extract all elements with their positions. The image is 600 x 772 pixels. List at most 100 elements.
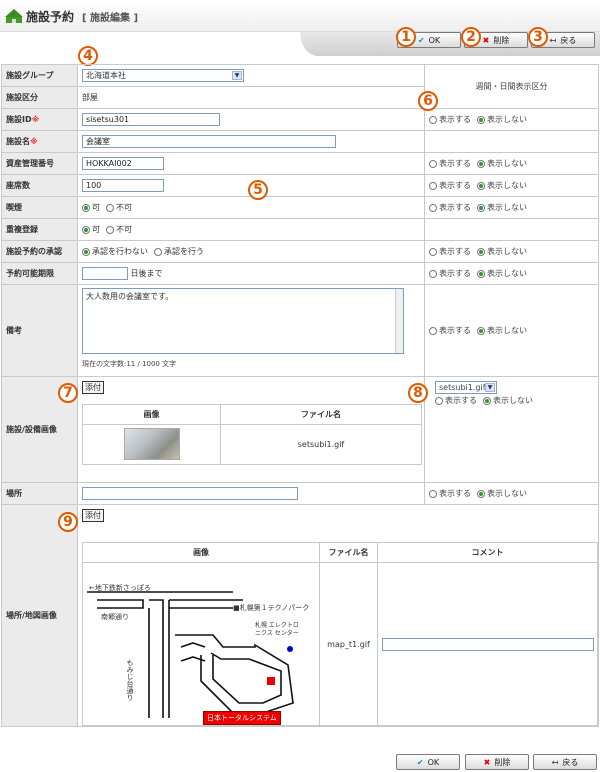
visibility-id: 表示する 表示しない — [424, 108, 599, 131]
label-kind: 施設区分 — [1, 86, 78, 109]
radio-option[interactable]: 承認を行う — [154, 246, 204, 257]
ok-button-bottom[interactable]: ✔ OK — [396, 754, 460, 770]
marker-6: 6 — [418, 91, 438, 111]
label-asset: 資産管理番号 — [1, 152, 78, 175]
radio-option[interactable]: 表示する — [429, 202, 471, 213]
page-subtitle: [ 施設編集 ] — [82, 13, 139, 24]
radio-option[interactable]: 表示しない — [477, 158, 527, 169]
attach-map-button[interactable]: 添付 — [82, 509, 104, 522]
radio-unselected[interactable] — [429, 269, 437, 278]
label-dup: 重複登録 — [1, 218, 78, 241]
marker-2: 2 — [461, 27, 481, 47]
radio-selected[interactable] — [477, 181, 485, 190]
radio-option[interactable]: 表示する — [435, 395, 477, 406]
place-input[interactable] — [82, 487, 298, 500]
asset-input[interactable]: HOKKAI002 — [82, 157, 164, 170]
facility-icon — [5, 9, 23, 23]
radio-option[interactable]: 表示する — [429, 268, 471, 279]
marker-7: 7 — [58, 383, 78, 403]
radio-option[interactable]: 不可 — [106, 224, 132, 235]
radio-option[interactable]: 表示しない — [477, 180, 527, 191]
radio-selected[interactable] — [477, 489, 485, 498]
note-textarea[interactable]: 大人数用の会議室です。 — [82, 288, 404, 354]
visibility-smoking: 表示する 表示しない — [424, 196, 599, 219]
name-input[interactable]: 会議室 — [82, 135, 336, 148]
radio-unselected[interactable] — [429, 181, 437, 190]
radio-option[interactable]: 表示する — [429, 488, 471, 499]
image-filename: setsubi1.gif — [220, 424, 422, 465]
attach-image-button[interactable]: 添付 — [82, 381, 104, 394]
delete-button-bottom[interactable]: ✖ 削除 — [465, 754, 529, 770]
radio-option[interactable]: 可 — [82, 202, 100, 213]
radio-selected[interactable] — [477, 269, 485, 278]
radio-option[interactable]: 表示しない — [483, 395, 533, 406]
map-label-road1: 南郷通り — [101, 613, 129, 621]
marker-9: 9 — [58, 512, 78, 532]
radio-selected[interactable] — [477, 326, 485, 335]
back-button-bottom[interactable]: ↤ 戻る — [533, 754, 597, 770]
radio-selected[interactable] — [82, 247, 90, 256]
radio-option[interactable]: 表示しない — [477, 246, 527, 257]
label-map: 場所/地図画像 — [1, 504, 78, 727]
radio-unselected[interactable] — [429, 326, 437, 335]
kind-value: 部屋 — [77, 86, 425, 109]
radio-option[interactable]: 可 — [82, 224, 100, 235]
radio-selected[interactable] — [477, 115, 485, 124]
label-seats: 座席数 — [1, 174, 78, 197]
radio-option[interactable]: 表示する — [429, 180, 471, 191]
visibility-limit: 表示する 表示しない — [424, 262, 599, 285]
image-select[interactable]: setsubi1.gif ▼ — [435, 381, 497, 394]
approval-options: 承認を行わない 承認を行う — [77, 240, 425, 263]
delete-icon: ✖ — [483, 757, 491, 767]
radio-unselected[interactable] — [429, 159, 437, 168]
smoking-options: 可不可 — [77, 196, 425, 219]
radio-option[interactable]: 表示する — [429, 325, 471, 336]
radio-selected[interactable] — [82, 203, 90, 212]
radio-option[interactable]: 表示しない — [477, 268, 527, 279]
radio-selected[interactable] — [477, 247, 485, 256]
seats-input[interactable]: 100 — [82, 179, 164, 192]
radio-selected[interactable] — [477, 203, 485, 212]
radio-selected[interactable] — [82, 225, 90, 234]
label-place: 場所 — [1, 482, 78, 505]
radio-option[interactable]: 表示する — [429, 114, 471, 125]
radio-option[interactable]: 表示する — [429, 246, 471, 257]
marker-8: 8 — [408, 383, 428, 403]
map-comment-input[interactable] — [382, 637, 594, 651]
label-id: 施設ID※ — [1, 108, 78, 131]
radio-option[interactable]: 表示しない — [477, 325, 527, 336]
marker-3: 3 — [528, 27, 548, 47]
label-group: 施設グループ — [1, 64, 78, 87]
limit-input[interactable] — [82, 267, 128, 280]
visibility-place: 表示する 表示しない — [424, 482, 599, 505]
marker-5: 5 — [248, 180, 268, 200]
radio-unselected[interactable] — [154, 247, 162, 256]
radio-selected[interactable] — [477, 159, 485, 168]
label-smoking: 喫煙 — [1, 196, 78, 219]
radio-unselected[interactable] — [106, 203, 114, 212]
marker-1: 1 — [396, 27, 416, 47]
radio-option[interactable]: 不可 — [106, 202, 132, 213]
radio-unselected[interactable] — [429, 203, 437, 212]
image-table: 画像 ファイル名 setsubi1.gif — [82, 404, 422, 465]
scrollbar[interactable] — [395, 289, 403, 353]
radio-unselected[interactable] — [435, 396, 443, 405]
page-title: 施設予約 — [26, 10, 75, 24]
radio-option[interactable]: 表示しない — [477, 202, 527, 213]
radio-unselected[interactable] — [429, 489, 437, 498]
radio-unselected[interactable] — [429, 247, 437, 256]
group-select[interactable]: 北海道本社 ▼ — [82, 69, 244, 82]
radio-option[interactable]: 表示しない — [477, 488, 527, 499]
radio-unselected[interactable] — [429, 115, 437, 124]
id-input[interactable]: sisetsu301 — [82, 113, 220, 126]
label-limit: 予約可能期限 — [1, 262, 78, 285]
radio-option[interactable]: 表示しない — [477, 114, 527, 125]
radio-unselected[interactable] — [106, 225, 114, 234]
visibility-image: 表示する 表示しない — [435, 395, 594, 406]
radio-option[interactable]: 承認を行わない — [82, 246, 148, 257]
visibility-asset: 表示する 表示しない — [424, 152, 599, 175]
map-table: 画像ファイル名コメント ←地下鉄新さっぽろ 南郷通り ■札幌第１テクノパーク — [82, 542, 598, 726]
radio-option[interactable]: 表示する — [429, 158, 471, 169]
radio-selected[interactable] — [483, 396, 491, 405]
char-count: 現在の文字数:11 / 1000 文字 — [82, 360, 177, 368]
